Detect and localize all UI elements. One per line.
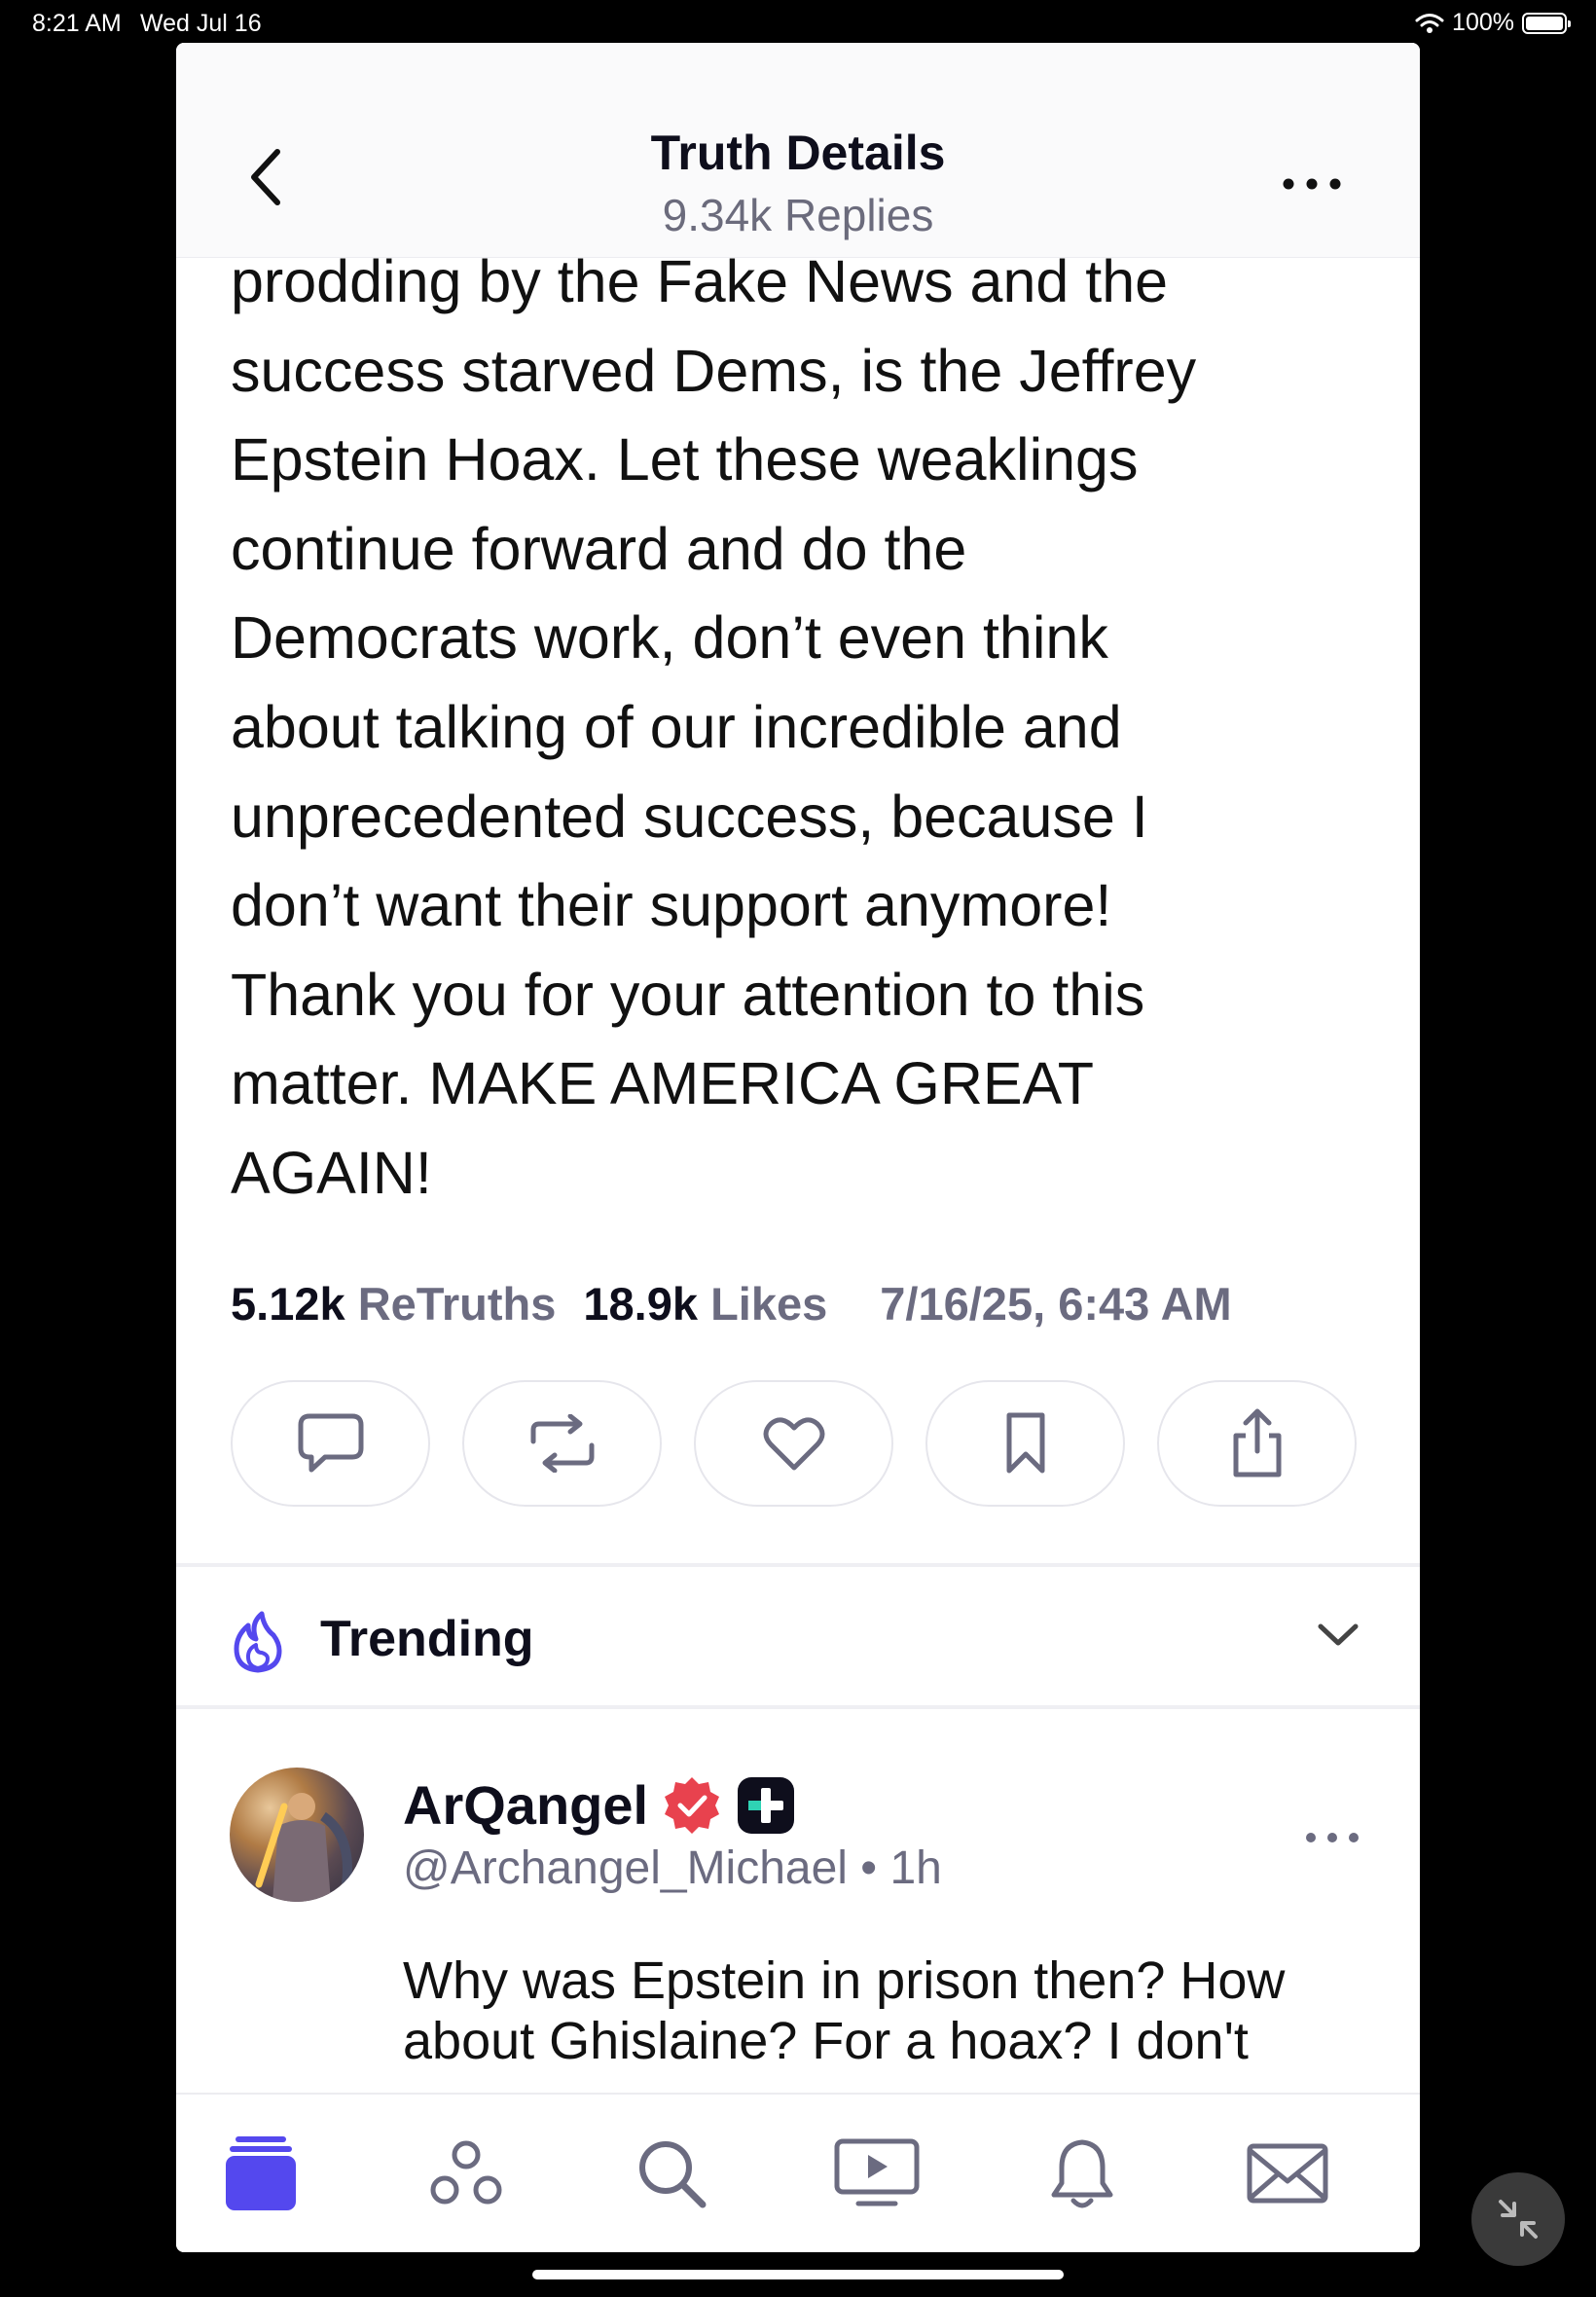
- trending-label: Trending: [320, 1611, 534, 1667]
- reply-icon: [298, 1413, 363, 1473]
- retruths-stat[interactable]: 5.12k ReTruths: [231, 1277, 556, 1331]
- status-time: 8:21 AM: [32, 10, 122, 37]
- app-window: Truth Details 9.34k Replies prodding by …: [176, 43, 1420, 2252]
- more-options-button[interactable]: [1278, 169, 1346, 199]
- top-bar: Truth Details 9.34k Replies: [176, 43, 1420, 258]
- post-stats: 5.12k ReTruths 18.9k Likes 7/16/25, 6:43…: [231, 1277, 1232, 1331]
- post-text-line: Epstein Hoax. Let these weaklings: [231, 426, 1139, 493]
- groups-icon: [430, 2140, 502, 2205]
- reply-count: 9.34k Replies: [662, 190, 934, 240]
- tab-groups[interactable]: [422, 2130, 510, 2217]
- wifi-icon: [1415, 13, 1444, 33]
- likes-stat[interactable]: 18.9k Likes: [583, 1277, 827, 1331]
- heart-icon: [763, 1417, 824, 1471]
- collapse-window-button[interactable]: [1471, 2172, 1565, 2266]
- post-text-line: about talking of our incredible and: [231, 693, 1122, 760]
- like-button[interactable]: [694, 1380, 893, 1507]
- post-timestamp: 7/16/25, 6:43 AM: [880, 1278, 1232, 1330]
- retruth-button[interactable]: [462, 1380, 662, 1507]
- collapse-arrows-icon: [1499, 2200, 1538, 2239]
- reply-handle: @Archangel_Michael • 1h: [403, 1842, 942, 1894]
- post-text-line: continue forward and do the: [231, 515, 967, 582]
- video-icon: [834, 2138, 920, 2206]
- bookmark-button[interactable]: [925, 1380, 1125, 1507]
- tab-notifications[interactable]: [1038, 2130, 1126, 2217]
- home-icon: [226, 2136, 296, 2210]
- post-text-line: success starved Dems, is the Jeffrey: [231, 337, 1197, 404]
- tab-home[interactable]: [217, 2130, 305, 2217]
- page-title: Truth Details: [650, 126, 946, 180]
- section-divider: [176, 1705, 1420, 1709]
- reply-author[interactable]: ArQangel: [403, 1773, 796, 1837]
- post-text-line: AGAIN!: [231, 1139, 432, 1206]
- reply-button[interactable]: [231, 1380, 430, 1507]
- battery-icon: [1522, 12, 1571, 34]
- avatar-image: [255, 1793, 352, 1902]
- retruths-label: ReTruths: [357, 1278, 557, 1330]
- status-bar: 8:21 AM Wed Jul 16 100%: [0, 0, 1596, 43]
- retruth-icon: [530, 1414, 594, 1473]
- likes-label: Likes: [710, 1278, 828, 1330]
- reply-author-name: ArQangel: [403, 1774, 649, 1836]
- post-text-line: don’t want their support anymore!: [231, 872, 1112, 939]
- trending-section[interactable]: Trending: [176, 1565, 1420, 1705]
- status-right: 100%: [1415, 9, 1571, 37]
- post-text-line: unprecedented success, because I: [231, 783, 1148, 850]
- verified-badge-icon: [665, 1776, 720, 1834]
- likes-count: 18.9k: [583, 1278, 699, 1330]
- retruths-count: 5.12k: [231, 1278, 345, 1330]
- home-indicator[interactable]: [532, 2270, 1064, 2279]
- tab-bar: [176, 2093, 1420, 2252]
- tab-messages[interactable]: [1244, 2130, 1331, 2217]
- flame-icon: [234, 1611, 282, 1673]
- envelope-icon: [1247, 2143, 1328, 2204]
- share-button[interactable]: [1157, 1380, 1357, 1507]
- post-text-line: Thank you for your attention to this: [231, 961, 1145, 1028]
- tab-video[interactable]: [833, 2130, 921, 2217]
- post-text: prodding by the Fake News and the succes…: [231, 237, 1369, 1219]
- avatar[interactable]: [230, 1768, 364, 1902]
- search-icon: [639, 2141, 707, 2208]
- bell-icon: [1051, 2139, 1113, 2208]
- post-text-line: Democrats work, don’t even think: [231, 604, 1108, 672]
- post-actions: [231, 1380, 1369, 1509]
- reply-text: Why was Epstein in prison then? How abou…: [403, 1951, 1286, 2070]
- reply-more-button[interactable]: [1303, 1828, 1361, 1847]
- share-icon: [1233, 1408, 1281, 1477]
- post-text-line: matter. MAKE AMERICA GREAT: [231, 1050, 1094, 1117]
- bookmark-icon: [1006, 1412, 1044, 1474]
- plus-badge-icon: [738, 1776, 795, 1834]
- battery-percent: 100%: [1452, 9, 1514, 36]
- chevron-down-icon[interactable]: [1317, 1622, 1360, 1649]
- status-date: Wed Jul 16: [140, 10, 262, 37]
- tab-search[interactable]: [628, 2130, 715, 2217]
